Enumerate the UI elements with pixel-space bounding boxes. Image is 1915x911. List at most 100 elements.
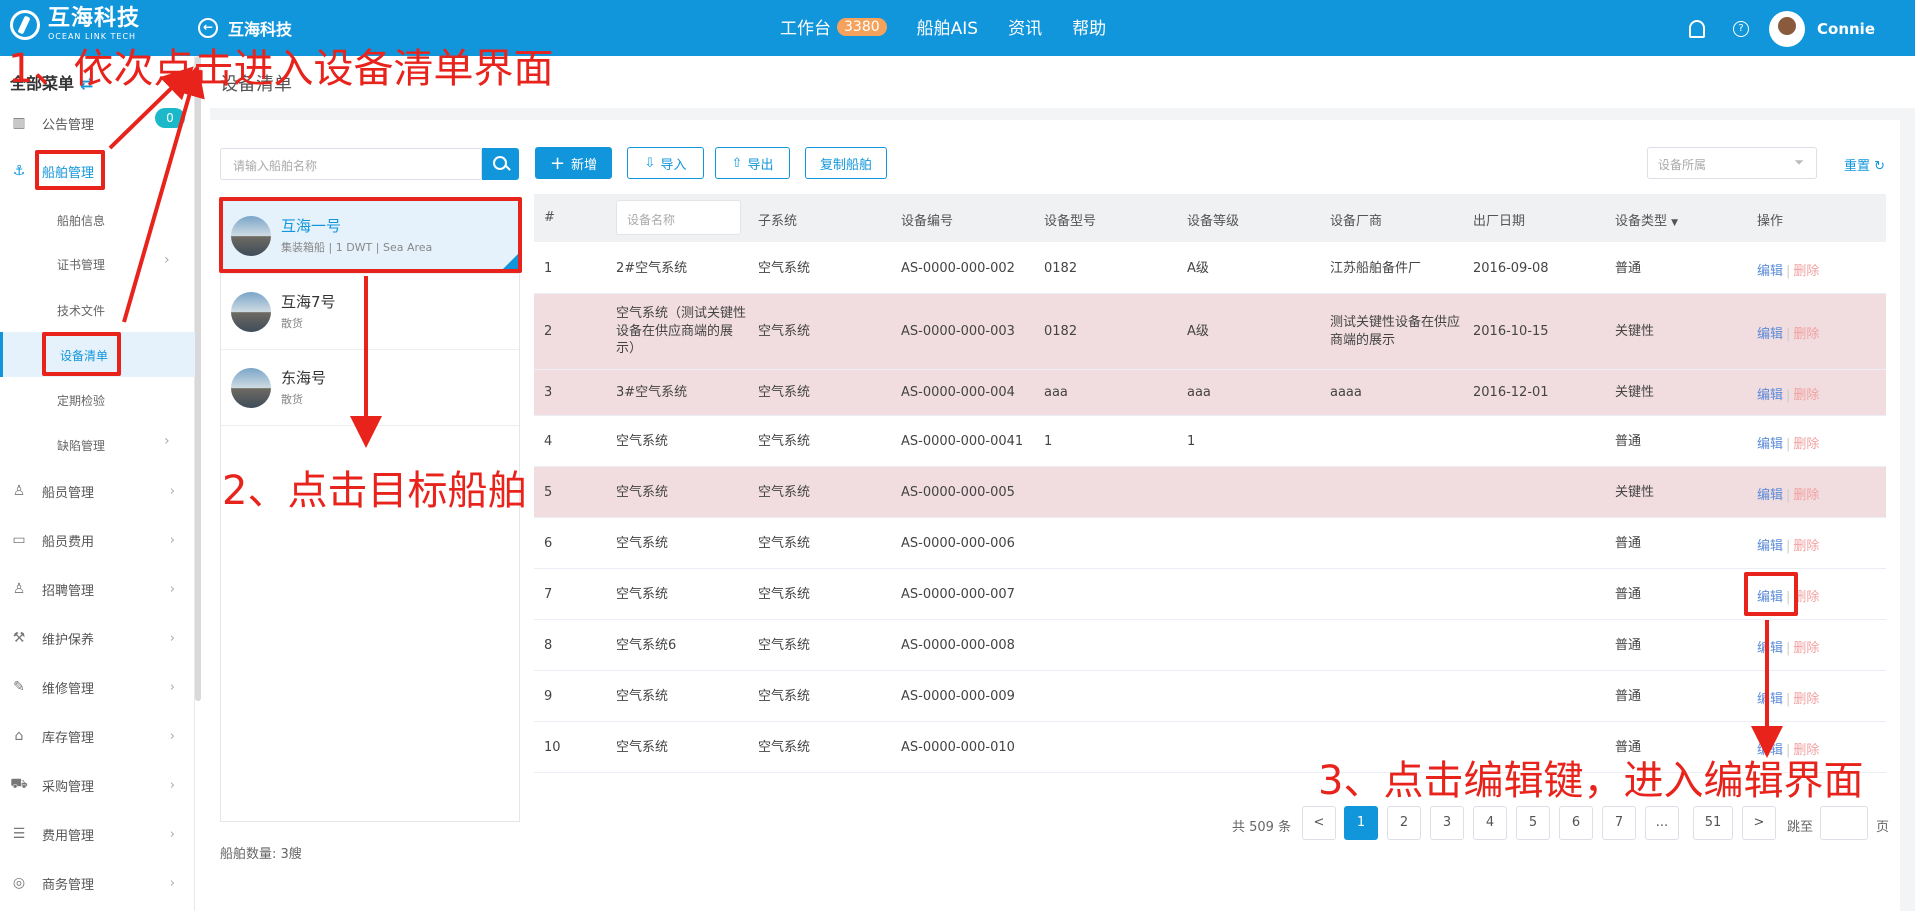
anchor-icon: ⚓ (12, 163, 26, 179)
cell-code: AS-0000-000-008 (901, 637, 1015, 653)
delete-button[interactable]: 删除 (1793, 692, 1819, 707)
delete-button[interactable]: 删除 (1793, 641, 1819, 656)
delete-button[interactable]: 删除 (1793, 264, 1819, 279)
avatar[interactable] (1769, 11, 1805, 47)
cell-model: 1 (1044, 433, 1053, 449)
cell-name: 空气系统 (616, 535, 669, 551)
edit-button[interactable]: 编辑 (1757, 437, 1783, 452)
sidebar-sub-defects[interactable]: 缺陷管理 (57, 437, 105, 454)
page-1[interactable]: 1 (1344, 806, 1378, 840)
ship-search-input[interactable]: 请输入船舶名称 (220, 148, 482, 180)
cell-name: 空气系统（测试关键性设备在供应商端的展示） (616, 306, 747, 357)
reset-button[interactable]: 重置 ↻ (1844, 155, 1885, 174)
edit-button[interactable]: 编辑 (1757, 539, 1783, 554)
sidebar-item-inventory[interactable]: ⌂ 库存管理 › (0, 714, 195, 758)
cell-subsystem: 空气系统 (758, 688, 811, 704)
cell-subsystem: 空气系统 (758, 433, 811, 449)
annotation-step1: 1、依次点击进入设备清单界面 (8, 46, 554, 92)
nav-news[interactable]: 资讯 (1008, 14, 1042, 39)
sidebar-sub-periodic-inspection[interactable]: 定期检验 (57, 392, 105, 409)
user-icon: ♙ (12, 483, 26, 499)
page-2[interactable]: 2 (1387, 806, 1421, 840)
ship-count: 船舶数量: 3艘 (220, 847, 302, 862)
equipment-name-filter-input[interactable]: 设备名称 (616, 200, 741, 235)
sidebar-item-repair[interactable]: ✎ 维修管理 › (0, 665, 195, 709)
th-date: 出厂日期 (1473, 214, 1526, 229)
sidebar-item-notice[interactable]: ▥ 公告管理 (0, 101, 195, 145)
nav-workbench-label: 工作台 (780, 19, 831, 39)
th-code: 设备编号 (901, 214, 954, 229)
sidebar-item-purchase[interactable]: ⛟ 采购管理 › (0, 763, 195, 807)
nav-ship-ais[interactable]: 船舶AIS (917, 14, 978, 39)
import-button[interactable]: ⇩ 导入 (627, 147, 704, 179)
cell-name: 3#空气系统 (616, 385, 688, 400)
prev-page-button[interactable]: < (1302, 806, 1336, 840)
highlight-edit-button (1744, 572, 1798, 616)
edit-button[interactable]: 编辑 (1757, 264, 1783, 279)
cell-subsystem: 空气系统 (758, 637, 811, 653)
sidebar-sub-ship-info[interactable]: 船舶信息 (57, 212, 105, 229)
action-divider: | (1786, 388, 1791, 403)
chevron-right-icon: › (169, 532, 175, 548)
cell-subsystem: 空气系统 (758, 739, 811, 755)
help-icon[interactable]: ? (1733, 21, 1749, 37)
cell-name: 空气系统 (616, 586, 669, 602)
edit-button[interactable]: 编辑 (1757, 388, 1783, 403)
import-icon: ⇩ (644, 155, 656, 171)
ship-item-donghai[interactable]: 东海号 散货 (221, 350, 519, 426)
page-3[interactable]: 3 (1430, 806, 1464, 840)
nav-workbench[interactable]: 工作台 3380 (780, 14, 887, 39)
edit-button[interactable]: 编辑 (1757, 327, 1783, 342)
sidebar-item-label: 维修管理 (42, 681, 95, 697)
sidebar-scrollbar[interactable] (195, 56, 201, 701)
page-4[interactable]: 4 (1473, 806, 1507, 840)
cell-maker: 江苏船舶备件厂 (1330, 260, 1422, 276)
page-51[interactable]: 51 (1693, 806, 1733, 840)
goto-page-input[interactable] (1820, 806, 1868, 840)
sidebar-sub-tech-docs[interactable]: 技术文件 (57, 302, 105, 319)
copy-ship-button[interactable]: 复制船舶 (805, 147, 887, 179)
search-icon[interactable] (482, 148, 519, 180)
ship-item-huhai-7[interactable]: 互海7号 散货 (221, 274, 519, 350)
sidebar-item-crew[interactable]: ♙ 船员管理 › (0, 469, 195, 513)
equipment-owner-filter[interactable]: 设备所属 ⏷ (1647, 147, 1817, 179)
th-subsystem: 子系统 (758, 214, 798, 229)
edit-button[interactable]: 编辑 (1757, 488, 1783, 503)
export-button[interactable]: ⇧ 导出 (715, 147, 790, 179)
cell-type: 普通 (1615, 433, 1642, 449)
nav-help[interactable]: 帮助 (1072, 14, 1106, 39)
page-6[interactable]: 6 (1559, 806, 1593, 840)
delete-button[interactable]: 删除 (1793, 388, 1819, 403)
user-name[interactable]: Connie (1817, 20, 1875, 38)
delete-button[interactable]: 删除 (1793, 488, 1819, 503)
refresh-icon: ↻ (1874, 159, 1886, 174)
next-page-button[interactable]: > (1742, 806, 1776, 840)
cell-index: 8 (544, 637, 553, 653)
sidebar-item-business[interactable]: ◎ 商务管理 › (0, 861, 195, 905)
sort-caret-icon: ▼ (1671, 218, 1679, 228)
chevron-right-icon: › (169, 679, 175, 695)
page-ellipsis[interactable]: ... (1645, 806, 1679, 840)
delete-button[interactable]: 删除 (1793, 327, 1819, 342)
add-button[interactable]: + 新增 (535, 147, 612, 179)
sidebar-item-crew-fees[interactable]: ▭ 船员费用 › (0, 518, 195, 562)
edit-button[interactable]: 编辑 (1757, 692, 1783, 707)
th-type[interactable]: 设备类型 ▼ (1615, 210, 1678, 229)
bell-icon[interactable] (1689, 20, 1705, 38)
th-level: 设备等级 (1187, 214, 1240, 229)
sidebar-item-recruit[interactable]: ♙ 招聘管理 › (0, 567, 195, 611)
delete-button[interactable]: 删除 (1793, 539, 1819, 554)
cell-name: 空气系统 (616, 484, 669, 500)
page-7[interactable]: 7 (1602, 806, 1636, 840)
cell-actions: 编辑 | 删除 (1757, 637, 1819, 656)
th-type-label: 设备类型 (1615, 214, 1668, 229)
cell-type: 普通 (1615, 586, 1642, 602)
page-5[interactable]: 5 (1516, 806, 1550, 840)
sidebar-item-expenses[interactable]: ☰ 费用管理 › (0, 812, 195, 856)
ship-meta: 散货 (281, 393, 303, 406)
delete-button[interactable]: 删除 (1793, 437, 1819, 452)
edit-button[interactable]: 编辑 (1757, 641, 1783, 656)
sidebar-sub-certificates[interactable]: 证书管理 (57, 256, 105, 273)
sidebar-item-maintenance[interactable]: ⚒ 维护保养 › (0, 616, 195, 660)
cell-index: 4 (544, 433, 553, 449)
